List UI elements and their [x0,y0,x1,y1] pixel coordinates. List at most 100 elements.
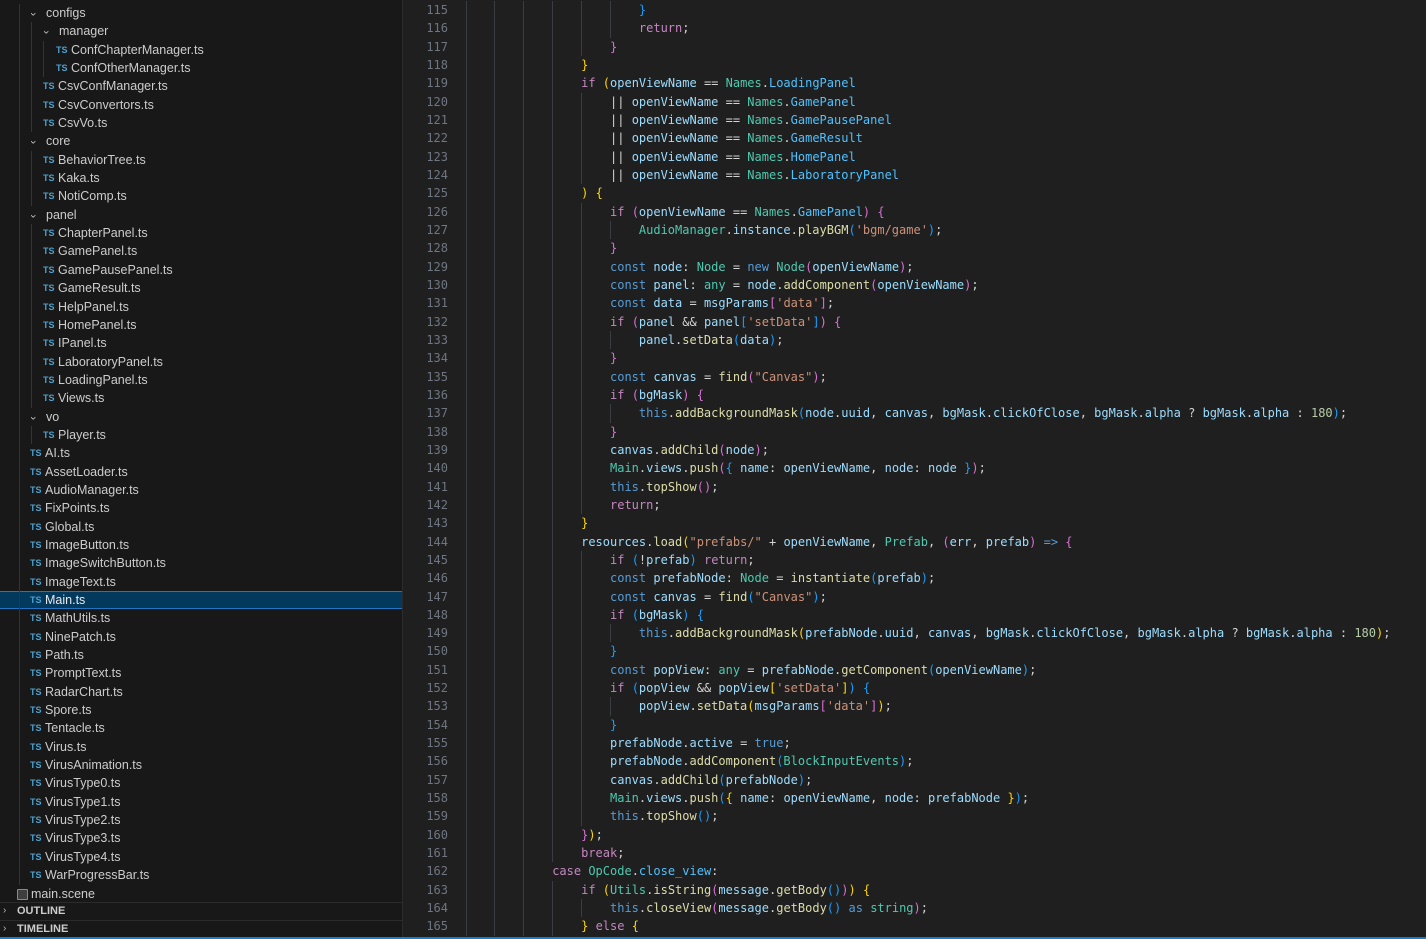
code-line[interactable]: 124 || openViewName == Names.LaboratoryP… [404,166,1426,184]
explorer-item-NotiComp.ts[interactable]: TSNotiComp.ts [0,187,402,205]
explorer-item-VirusType2.ts[interactable]: TSVirusType2.ts [0,811,402,829]
code-line[interactable]: 161 break; [404,844,1426,862]
explorer-item-Views.ts[interactable]: TSViews.ts [0,389,402,407]
explorer-item-RadarChart.ts[interactable]: TSRadarChart.ts [0,683,402,701]
code-line[interactable]: 143 } [404,514,1426,532]
code-line[interactable]: 116 return; [404,19,1426,37]
explorer-folder-core[interactable]: ›core [0,132,402,150]
explorer-item-Tentacle.ts[interactable]: TSTentacle.ts [0,719,402,737]
explorer-item-ConfChapterManager.ts[interactable]: TSConfChapterManager.ts [0,41,402,59]
explorer-item-ImageText.ts[interactable]: TSImageText.ts [0,573,402,591]
code-line[interactable]: 159 this.topShow(); [404,807,1426,825]
code-line[interactable]: 122 || openViewName == Names.GameResult [404,129,1426,147]
explorer-folder-vo[interactable]: ›vo [0,408,402,426]
explorer-item-LoadingPanel.ts[interactable]: TSLoadingPanel.ts [0,371,402,389]
explorer-item-HomePanel.ts[interactable]: TSHomePanel.ts [0,316,402,334]
explorer-item-ImageSwitchButton.ts[interactable]: TSImageSwitchButton.ts [0,554,402,572]
code-line[interactable]: 129 const node: Node = new Node(openView… [404,258,1426,276]
explorer-item-MathUtils.ts[interactable]: TSMathUtils.ts [0,609,402,627]
code-line[interactable]: 128 } [404,239,1426,257]
code-line[interactable]: 147 const canvas = find("Canvas"); [404,588,1426,606]
code-line[interactable]: 140 Main.views.push({ name: openViewName… [404,459,1426,477]
explorer-item-Spore.ts[interactable]: TSSpore.ts [0,701,402,719]
code-line[interactable]: 136 if (bgMask) { [404,386,1426,404]
code-line[interactable]: 148 if (bgMask) { [404,606,1426,624]
code-line[interactable]: 150 } [404,642,1426,660]
explorer-item-Path.ts[interactable]: TSPath.ts [0,646,402,664]
code-line[interactable]: 146 const prefabNode: Node = instantiate… [404,569,1426,587]
file-tree[interactable]: ›configs›managerTSConfChapterManager.tsT… [0,0,402,902]
code-line[interactable]: 144 resources.load("prefabs/" + openView… [404,533,1426,551]
code-line[interactable]: 132 if (panel && panel['setData']) { [404,313,1426,331]
code-line[interactable]: 153 popView.setData(msgParams['data']); [404,697,1426,715]
explorer-item-CsvConfManager.ts[interactable]: TSCsvConfManager.ts [0,77,402,95]
explorer-item-AudioManager.ts[interactable]: TSAudioManager.ts [0,481,402,499]
code-line[interactable]: 118 } [404,56,1426,74]
code-line[interactable]: 135 const canvas = find("Canvas"); [404,368,1426,386]
explorer-item-VirusAnimation.ts[interactable]: TSVirusAnimation.ts [0,756,402,774]
code-line[interactable]: 151 const popView: any = prefabNode.getC… [404,661,1426,679]
code-line[interactable]: 117 } [404,38,1426,56]
code-line[interactable]: 134 } [404,349,1426,367]
code-line[interactable]: 125 ) { [404,184,1426,202]
explorer-folder-manager[interactable]: ›manager [0,22,402,40]
explorer-item-Kaka.ts[interactable]: TSKaka.ts [0,169,402,187]
explorer-item-main.scene[interactable]: main.scene [0,885,402,903]
explorer-item-Player.ts[interactable]: TSPlayer.ts [0,426,402,444]
explorer-item-FixPoints.ts[interactable]: TSFixPoints.ts [0,499,402,517]
code-line[interactable]: 141 this.topShow(); [404,478,1426,496]
code-line[interactable]: 121 || openViewName == Names.GamePausePa… [404,111,1426,129]
code-line[interactable]: 149 this.addBackgroundMask(prefabNode.uu… [404,624,1426,642]
code-line[interactable]: 152 if (popView && popView['setData']) { [404,679,1426,697]
explorer-item-VirusType1.ts[interactable]: TSVirusType1.ts [0,793,402,811]
explorer-item-AssetLoader.ts[interactable]: TSAssetLoader.ts [0,463,402,481]
outline-section-header[interactable]: › OUTLINE [0,902,402,920]
code-line[interactable]: 158 Main.views.push({ name: openViewName… [404,789,1426,807]
code-line[interactable]: 127 AudioManager.instance.playBGM('bgm/g… [404,221,1426,239]
code-line[interactable]: 160 }); [404,826,1426,844]
code-line[interactable]: 131 const data = msgParams['data']; [404,294,1426,312]
code-line[interactable]: 115 } [404,1,1426,19]
explorer-item-ChapterPanel.ts[interactable]: TSChapterPanel.ts [0,224,402,242]
explorer-item-WarProgressBar.ts[interactable]: TSWarProgressBar.ts [0,866,402,884]
explorer-item-Virus.ts[interactable]: TSVirus.ts [0,738,402,756]
explorer-item-VirusType3.ts[interactable]: TSVirusType3.ts [0,829,402,847]
explorer-item-ImageButton.ts[interactable]: TSImageButton.ts [0,536,402,554]
explorer-item-NinePatch.ts[interactable]: TSNinePatch.ts [0,628,402,646]
code-line[interactable]: 142 return; [404,496,1426,514]
explorer-item-LaboratoryPanel.ts[interactable]: TSLaboratoryPanel.ts [0,353,402,371]
explorer-item-HelpPanel.ts[interactable]: TSHelpPanel.ts [0,298,402,316]
explorer-folder-panel[interactable]: ›panel [0,206,402,224]
explorer-item-GamePausePanel.ts[interactable]: TSGamePausePanel.ts [0,261,402,279]
explorer-item-PromptText.ts[interactable]: TSPromptText.ts [0,664,402,682]
code-editor[interactable]: 115 }116 return;117 }118 }119 if (openVi… [404,0,1426,938]
code-line[interactable]: 155 prefabNode.active = true; [404,734,1426,752]
timeline-section-header[interactable]: › TIMELINE [0,920,402,938]
explorer-item-CsvConvertors.ts[interactable]: TSCsvConvertors.ts [0,96,402,114]
explorer-folder-configs[interactable]: ›configs [0,4,402,22]
code-line[interactable]: 145 if (!prefab) return; [404,551,1426,569]
explorer-item-VirusType4.ts[interactable]: TSVirusType4.ts [0,848,402,866]
code-line[interactable]: 154 } [404,716,1426,734]
explorer-item-Global.ts[interactable]: TSGlobal.ts [0,518,402,536]
explorer-item-ConfOtherManager.ts[interactable]: TSConfOtherManager.ts [0,59,402,77]
code-line[interactable]: 123 || openViewName == Names.HomePanel [404,148,1426,166]
explorer-item-GamePanel.ts[interactable]: TSGamePanel.ts [0,242,402,260]
code-line[interactable]: 139 canvas.addChild(node); [404,441,1426,459]
explorer-item-AI.ts[interactable]: TSAI.ts [0,444,402,462]
explorer-item-VirusType0.ts[interactable]: TSVirusType0.ts [0,774,402,792]
explorer-item-CsvVo.ts[interactable]: TSCsvVo.ts [0,114,402,132]
code-line[interactable]: 157 canvas.addChild(prefabNode); [404,771,1426,789]
code-line[interactable]: 165 } else { [404,917,1426,935]
code-line[interactable]: 138 } [404,423,1426,441]
explorer-item-IPanel.ts[interactable]: TSIPanel.ts [0,334,402,352]
code-line[interactable]: 164 this.closeView(message.getBody() as … [404,899,1426,917]
code-line[interactable]: 120 || openViewName == Names.GamePanel [404,93,1426,111]
code-line[interactable]: 163 if (Utils.isString(message.getBody()… [404,881,1426,899]
explorer-item-GameResult.ts[interactable]: TSGameResult.ts [0,279,402,297]
explorer-item-Main.ts[interactable]: TSMain.ts [0,591,402,609]
code-line[interactable]: 133 panel.setData(data); [404,331,1426,349]
code-line[interactable]: 126 if (openViewName == Names.GamePanel)… [404,203,1426,221]
explorer-item-BehaviorTree.ts[interactable]: TSBehaviorTree.ts [0,151,402,169]
code-line[interactable]: 130 const panel: any = node.addComponent… [404,276,1426,294]
